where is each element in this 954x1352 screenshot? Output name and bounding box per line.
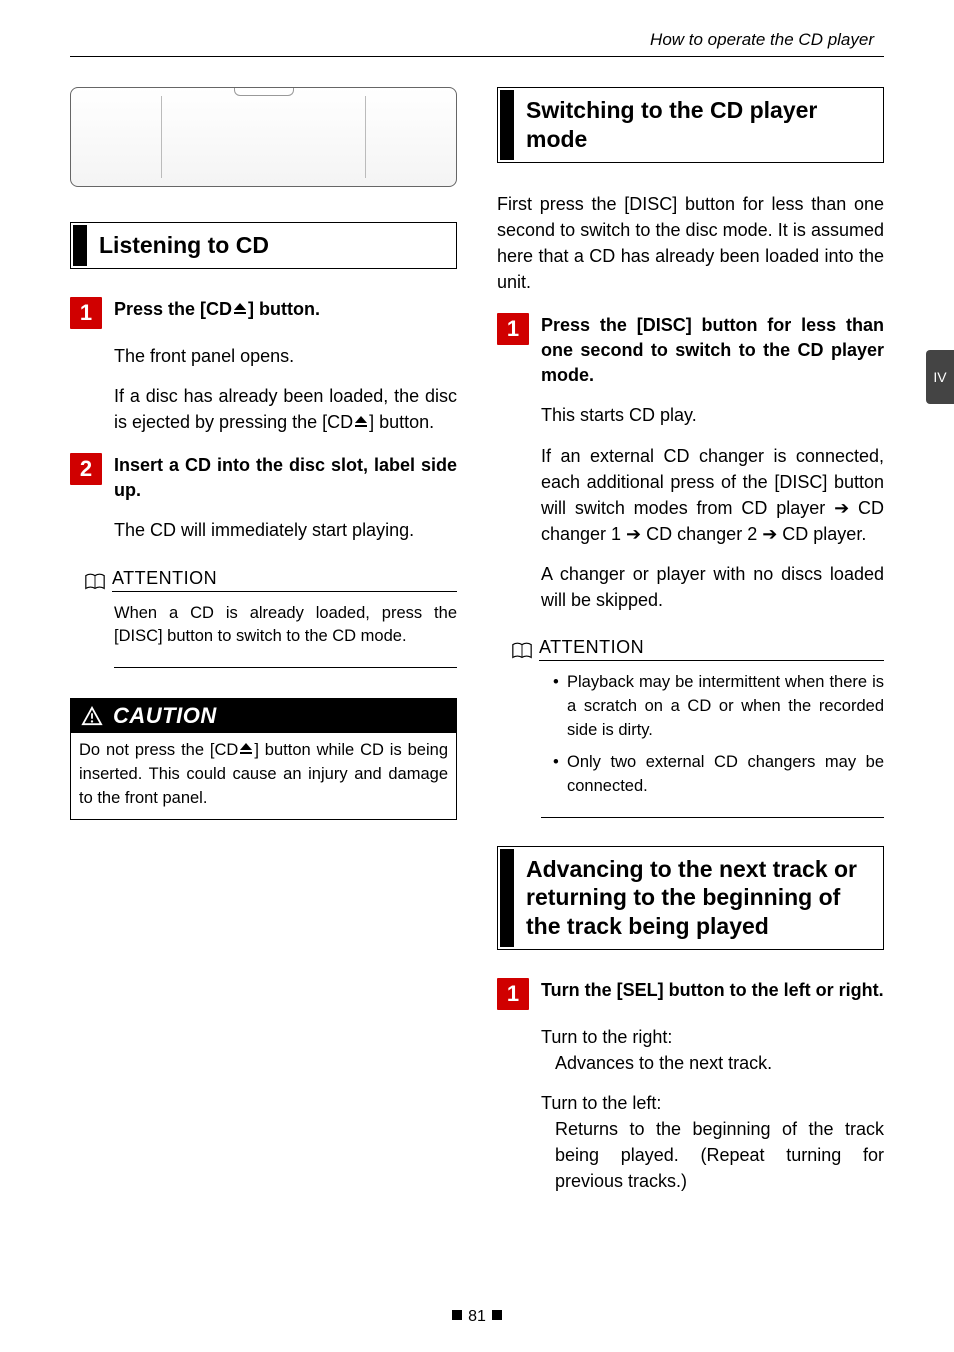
turn-right-block: Turn to the right: Advances to the next … (541, 1024, 884, 1076)
left-column: Listening to CD 1 Press the [CD] button.… (70, 87, 457, 1195)
step-title: Turn the [SEL] button to the left or rig… (541, 978, 884, 1003)
attention-text: When a CD is already loaded, press the [… (114, 602, 457, 650)
paragraph: A changer or player with no discs loaded… (541, 561, 884, 613)
square-bullet-icon (492, 1310, 502, 1320)
section-advancing-track: Advancing to the next track or returning… (497, 846, 884, 950)
attention-bullets: Playback may be intermittent when there … (553, 671, 884, 799)
paragraph: If a disc has already been loaded, the d… (114, 383, 457, 435)
step-number-badge: 1 (497, 978, 529, 1010)
attention-heading: ATTENTION (84, 568, 457, 592)
paragraph: The front panel opens. (114, 343, 457, 369)
attention-label: ATTENTION (539, 637, 884, 661)
book-open-icon (84, 572, 106, 592)
caution-body: Do not press the [CD] button while CD is… (71, 733, 456, 819)
eject-icon (232, 302, 248, 316)
paragraph: The CD will immediately start playing. (114, 517, 457, 543)
page-footer: 81 (0, 1308, 954, 1326)
eject-icon (353, 415, 369, 429)
attention-label: ATTENTION (112, 568, 457, 592)
attention-rule (541, 817, 884, 818)
section-title: Switching to the CD player mode (526, 96, 871, 154)
intro-paragraph: First press the [DISC] button for less t… (497, 191, 884, 295)
book-open-icon (511, 641, 533, 661)
caution-box: CAUTION Do not press the [CD] button whi… (70, 698, 457, 820)
header-rule (70, 56, 884, 57)
warning-triangle-icon (81, 706, 103, 726)
section-switching-mode: Switching to the CD player mode (497, 87, 884, 163)
bullet-item: Playback may be intermittent when there … (553, 671, 884, 743)
step-number-badge: 2 (70, 453, 102, 485)
step-title: Press the [CD] button. (114, 297, 457, 322)
attention-heading: ATTENTION (511, 637, 884, 661)
right-step-2: 1 Turn the [SEL] button to the left or r… (497, 978, 884, 1010)
device-illustration (70, 87, 457, 187)
section-listening-to-cd: Listening to CD (70, 222, 457, 269)
left-step-1: 1 Press the [CD] button. (70, 297, 457, 329)
right-column: Switching to the CD player mode First pr… (497, 87, 884, 1195)
right-step-1: 1 Press the [DISC] button for less than … (497, 313, 884, 389)
section-title: Advancing to the next track or returning… (526, 855, 871, 941)
step-number-badge: 1 (497, 313, 529, 345)
step-title: Press the [DISC] button for less than on… (541, 313, 884, 389)
page-header-title: How to operate the CD player (70, 30, 884, 50)
eject-icon (238, 742, 254, 756)
paragraph: If an external CD changer is connected, … (541, 443, 884, 547)
lead-text: Turn to the right: (541, 1024, 884, 1050)
page-number: 81 (468, 1308, 486, 1325)
left-step-2: 2 Insert a CD into the disc slot, label … (70, 453, 457, 503)
step-title: Insert a CD into the disc slot, label si… (114, 453, 457, 503)
square-bullet-icon (452, 1310, 462, 1320)
attention-rule (114, 667, 457, 668)
paragraph: This starts CD play. (541, 402, 884, 428)
step-number-badge: 1 (70, 297, 102, 329)
turn-left-block: Turn to the left: Returns to the beginni… (541, 1090, 884, 1194)
chapter-tab: IV (926, 350, 954, 404)
desc-text: Returns to the beginning of the track be… (555, 1116, 884, 1194)
section-title: Listening to CD (99, 231, 444, 260)
desc-text: Advances to the next track. (555, 1050, 884, 1076)
caution-label: CAUTION (113, 703, 217, 729)
caution-heading: CAUTION (71, 699, 456, 733)
bullet-item: Only two external CD changers may be con… (553, 751, 884, 799)
lead-text: Turn to the left: (541, 1090, 884, 1116)
